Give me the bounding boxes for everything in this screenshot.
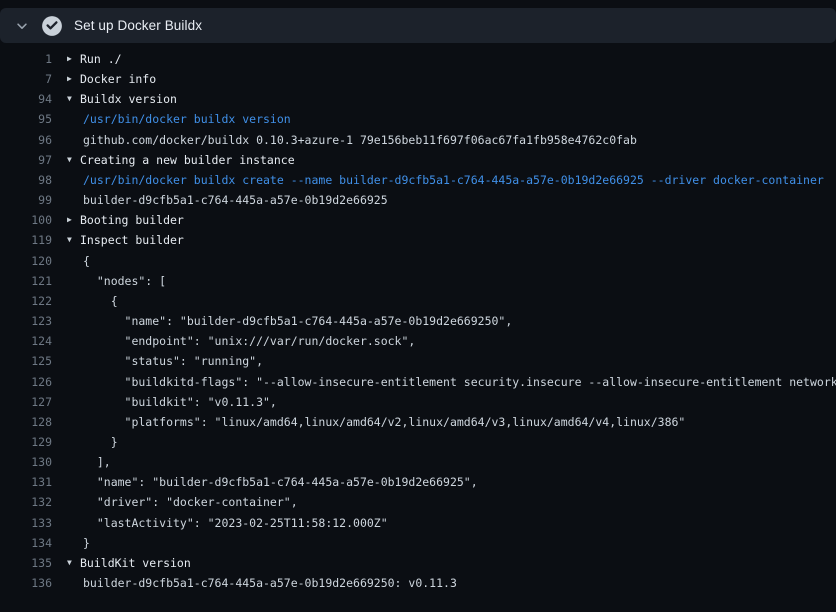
- log-row: 96 github.com/docker/buildx 0.10.3+azure…: [0, 130, 836, 150]
- line-number[interactable]: 127: [0, 392, 52, 412]
- log-row[interactable]: 97 ▼ Creating a new builder instance: [0, 150, 836, 170]
- log-row: 126 "buildkitd-flags": "--allow-insecure…: [0, 372, 836, 392]
- log-text: "driver": "docker-container",: [83, 492, 298, 512]
- log-text: "buildkitd-flags": "--allow-insecure-ent…: [83, 372, 836, 392]
- log-row[interactable]: 1 ▶ Run ./: [0, 49, 836, 69]
- log-row[interactable]: 94 ▼ Buildx version: [0, 89, 836, 109]
- log-row[interactable]: 135 ▼ BuildKit version: [0, 553, 836, 573]
- log-row: 129 }: [0, 432, 836, 452]
- group-arrow-icon[interactable]: ▼: [67, 89, 80, 109]
- log-row: 132 "driver": "docker-container",: [0, 492, 836, 512]
- group-arrow-icon[interactable]: ▼: [67, 230, 80, 250]
- line-number[interactable]: 95: [0, 109, 52, 129]
- check-circle-icon: [41, 15, 63, 37]
- log-row[interactable]: 100 ▶ Booting builder: [0, 210, 836, 230]
- log-row: 136 builder-d9cfb5a1-c764-445a-a57e-0b19…: [0, 573, 836, 593]
- log-row: 131 "name": "builder-d9cfb5a1-c764-445a-…: [0, 472, 836, 492]
- log-text: "name": "builder-d9cfb5a1-c764-445a-a57e…: [83, 311, 512, 331]
- line-number[interactable]: 100: [0, 210, 52, 230]
- group-arrow-icon[interactable]: ▶: [67, 69, 80, 89]
- log-row: 133 "lastActivity": "2023-02-25T11:58:12…: [0, 513, 836, 533]
- line-number[interactable]: 133: [0, 513, 52, 533]
- line-number[interactable]: 119: [0, 230, 52, 250]
- line-number[interactable]: 129: [0, 432, 52, 452]
- log-text: "status": "running",: [83, 351, 263, 371]
- log-text: ],: [83, 452, 111, 472]
- log-row: 122 {: [0, 291, 836, 311]
- log-text: Buildx version: [80, 89, 177, 109]
- log-text: {: [83, 291, 118, 311]
- log-text: }: [83, 432, 118, 452]
- log-text: {: [83, 251, 90, 271]
- log-text: BuildKit version: [80, 553, 191, 573]
- log-text: Docker info: [80, 69, 156, 89]
- log-text: Inspect builder: [80, 230, 184, 250]
- log-text: "endpoint": "unix:///var/run/docker.sock…: [83, 331, 415, 351]
- log-row: 124 "endpoint": "unix:///var/run/docker.…: [0, 331, 836, 351]
- log-row: 130 ],: [0, 452, 836, 472]
- group-arrow-icon[interactable]: ▶: [67, 49, 80, 69]
- log-text: Booting builder: [80, 210, 184, 230]
- line-number[interactable]: 98: [0, 170, 52, 190]
- group-arrow-icon[interactable]: ▼: [67, 553, 80, 573]
- log-rows: 1 ▶ Run ./ 7 ▶ Docker info 94 ▼ Buildx v…: [0, 43, 836, 593]
- log-text: builder-d9cfb5a1-c764-445a-a57e-0b19d2e6…: [83, 573, 457, 593]
- log-text: Creating a new builder instance: [80, 150, 295, 170]
- line-number[interactable]: 125: [0, 351, 52, 371]
- log-row: 120 {: [0, 251, 836, 271]
- log-text: /usr/bin/docker buildx version: [83, 109, 291, 129]
- log-row: 134 }: [0, 533, 836, 553]
- line-number[interactable]: 134: [0, 533, 52, 553]
- log-text: Run ./: [80, 49, 122, 69]
- log-row: 121 "nodes": [: [0, 271, 836, 291]
- line-number[interactable]: 135: [0, 553, 52, 573]
- line-number[interactable]: 94: [0, 89, 52, 109]
- log-text: "buildkit": "v0.11.3",: [83, 392, 277, 412]
- line-number[interactable]: 128: [0, 412, 52, 432]
- chevron-down-icon[interactable]: [14, 18, 30, 34]
- line-number[interactable]: 120: [0, 251, 52, 271]
- line-number[interactable]: 99: [0, 190, 52, 210]
- log-text: builder-d9cfb5a1-c764-445a-a57e-0b19d2e6…: [83, 190, 388, 210]
- log-text: github.com/docker/buildx 0.10.3+azure-1 …: [83, 130, 637, 150]
- line-number[interactable]: 1: [0, 49, 52, 69]
- line-number[interactable]: 136: [0, 573, 52, 593]
- line-number[interactable]: 131: [0, 472, 52, 492]
- line-number[interactable]: 121: [0, 271, 52, 291]
- log-row: 123 "name": "builder-d9cfb5a1-c764-445a-…: [0, 311, 836, 331]
- line-number[interactable]: 123: [0, 311, 52, 331]
- group-arrow-icon[interactable]: ▶: [67, 210, 80, 230]
- log-row: 98 /usr/bin/docker buildx create --name …: [0, 170, 836, 190]
- line-number[interactable]: 124: [0, 331, 52, 351]
- line-number[interactable]: 126: [0, 372, 52, 392]
- log-text: /usr/bin/docker buildx create --name bui…: [83, 170, 824, 190]
- log-text: }: [83, 533, 90, 553]
- log-text: "nodes": [: [83, 271, 166, 291]
- log-row[interactable]: 7 ▶ Docker info: [0, 69, 836, 89]
- line-number[interactable]: 132: [0, 492, 52, 512]
- log-text: "name": "builder-d9cfb5a1-c764-445a-a57e…: [83, 472, 478, 492]
- log-text: "platforms": "linux/amd64,linux/amd64/v2…: [83, 412, 685, 432]
- line-number[interactable]: 97: [0, 150, 52, 170]
- group-arrow-icon[interactable]: ▼: [67, 150, 80, 170]
- line-number[interactable]: 122: [0, 291, 52, 311]
- log-row: 127 "buildkit": "v0.11.3",: [0, 392, 836, 412]
- log-row: 125 "status": "running",: [0, 351, 836, 371]
- step-title: Set up Docker Buildx: [74, 18, 202, 33]
- log-row[interactable]: 119 ▼ Inspect builder: [0, 230, 836, 250]
- line-number[interactable]: 130: [0, 452, 52, 472]
- step-header[interactable]: Set up Docker Buildx: [0, 8, 836, 43]
- log-row: 128 "platforms": "linux/amd64,linux/amd6…: [0, 412, 836, 432]
- line-number[interactable]: 7: [0, 69, 52, 89]
- log-row: 99 builder-d9cfb5a1-c764-445a-a57e-0b19d…: [0, 190, 836, 210]
- log-text: "lastActivity": "2023-02-25T11:58:12.000…: [83, 513, 388, 533]
- log-row: 95 /usr/bin/docker buildx version: [0, 109, 836, 129]
- line-number[interactable]: 96: [0, 130, 52, 150]
